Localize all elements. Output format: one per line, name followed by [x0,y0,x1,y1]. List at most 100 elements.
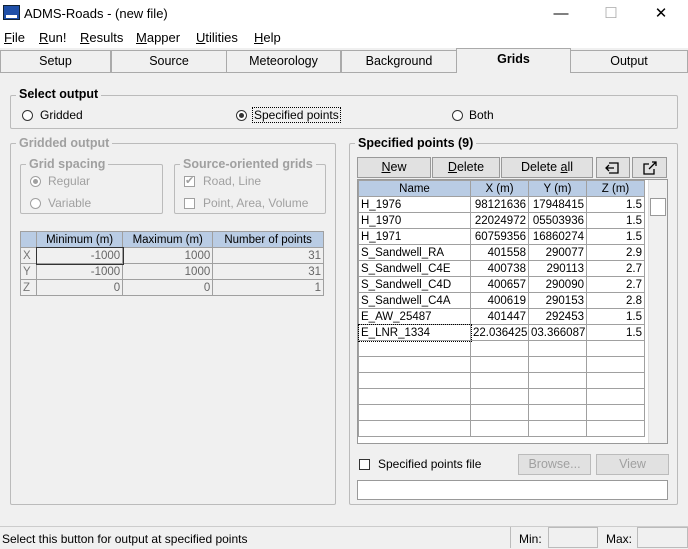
point-coord-cell[interactable] [586,356,645,373]
point-coord-cell[interactable] [470,420,529,437]
menu-help[interactable]: Help [254,30,281,45]
points-table-row[interactable] [358,404,645,421]
point-name-cell[interactable] [358,356,471,373]
point-coord-cell[interactable]: 22.036425 [470,324,529,341]
point-coord-cell[interactable]: 290153 [528,292,587,309]
point-name-cell[interactable] [358,340,471,357]
grid-cell[interactable]: 1000 [122,247,214,264]
points-table-row[interactable] [358,340,645,357]
point-coord-cell[interactable] [528,404,587,421]
point-coord-cell[interactable] [586,404,645,421]
point-coord-cell[interactable] [586,388,645,405]
points-table-row[interactable]: S_Sandwell_C4A 400619 290153 2.8 [358,292,645,309]
point-coord-cell[interactable]: 60759356 [470,228,529,245]
points-table-row[interactable]: S_Sandwell_RA 401558 290077 2.9 [358,244,645,261]
point-coord-cell[interactable]: 290090 [528,276,587,293]
point-coord-cell[interactable]: 400657 [470,276,529,293]
points-scrollbar[interactable] [648,180,667,443]
point-coord-cell[interactable] [586,372,645,389]
point-name-cell[interactable]: H_1976 [358,196,471,213]
browse-button[interactable]: Browse... [518,454,591,475]
point-coord-cell[interactable]: 1.5 [586,308,645,325]
point-coord-cell[interactable] [470,372,529,389]
point-coord-cell[interactable] [528,356,587,373]
point-coord-cell[interactable] [528,340,587,357]
menu-mapper[interactable]: Mapper [136,30,180,45]
point-name-cell[interactable]: E_AW_25487 [358,308,471,325]
grid-cell[interactable]: 1000 [122,263,214,280]
points-table-row[interactable] [358,388,645,405]
point-coord-cell[interactable] [470,404,529,421]
both-radio[interactable] [452,110,463,121]
menu-results[interactable]: Results [80,30,123,45]
gridded-radio[interactable] [22,110,33,121]
point-coord-cell[interactable]: 2.7 [586,276,645,293]
new-point-button[interactable]: New [357,157,431,178]
point-name-cell[interactable]: S_Sandwell_C4D [358,276,471,293]
point-coord-cell[interactable]: 05503936 [528,212,587,229]
point-coord-cell[interactable] [528,420,587,437]
point-coord-cell[interactable]: 290077 [528,244,587,261]
point-coord-cell[interactable]: 1.5 [586,196,645,213]
point-coord-cell[interactable]: 22024972 [470,212,529,229]
tab-source[interactable]: Source [111,50,227,72]
delete-all-points-button[interactable]: Delete all [501,157,593,178]
variable-radio[interactable] [30,198,41,209]
view-button[interactable]: View [596,454,669,475]
point-coord-cell[interactable]: 1.5 [586,324,645,341]
point-coord-cell[interactable]: 2.8 [586,292,645,309]
grid-cell[interactable]: 0 [122,279,214,296]
grid-cell[interactable]: 31 [212,247,324,264]
maximize-button[interactable]: ☐ [588,0,634,28]
points-table-row[interactable] [358,372,645,389]
export-points-button[interactable] [632,157,667,178]
road-line-checkbox[interactable] [184,174,195,187]
points-table-row[interactable]: E_AW_25487 401447 292453 1.5 [358,308,645,325]
point-coord-cell[interactable]: 290113 [528,260,587,277]
specified-points-radio[interactable] [236,110,247,121]
grid-cell[interactable]: 31 [212,263,324,280]
points-table-row[interactable]: S_Sandwell_C4E 400738 290113 2.7 [358,260,645,277]
minimize-button[interactable]: — [538,0,584,28]
tab-output[interactable]: Output [570,50,688,72]
points-table-row[interactable]: E_LNR_1334 22.036425 03.366087 1.5 [357,323,645,342]
point-coord-cell[interactable]: 16860274 [528,228,587,245]
point-coord-cell[interactable] [528,388,587,405]
points-table-row[interactable]: S_Sandwell_C4D 400657 290090 2.7 [358,276,645,293]
points-table-row[interactable]: H_1970 22024972 05503936 1.5 [358,212,645,229]
menu-file[interactable]: File [4,30,25,45]
point-name-cell[interactable]: H_1970 [358,212,471,229]
tab-meteorology[interactable]: Meteorology [226,50,341,72]
point-coord-cell[interactable] [470,340,529,357]
points-table-row[interactable]: H_1971 60759356 16860274 1.5 [358,228,645,245]
point-coord-cell[interactable] [586,340,645,357]
point-coord-cell[interactable]: 2.7 [586,260,645,277]
scrollbar-thumb[interactable] [650,198,666,216]
point-coord-cell[interactable]: 2.9 [586,244,645,261]
menu-utilities[interactable]: Utilities [196,30,238,45]
point-name-cell[interactable]: E_LNR_1334 [357,323,472,342]
point-coord-cell[interactable]: 292453 [528,308,587,325]
point-coord-cell[interactable]: 400738 [470,260,529,277]
point-coord-cell[interactable]: 401447 [470,308,529,325]
point-name-cell[interactable] [358,388,471,405]
grid-cell[interactable]: -1000 [35,263,124,280]
point-name-cell[interactable]: H_1971 [358,228,471,245]
points-file-path-input[interactable] [357,480,668,500]
points-table-row[interactable] [358,420,645,437]
grid-cell[interactable]: 1 [212,279,324,296]
point-name-cell[interactable]: S_Sandwell_C4E [358,260,471,277]
point-coord-cell[interactable] [528,372,587,389]
point-coord-cell[interactable]: 400619 [470,292,529,309]
tab-grids[interactable]: Grids [456,48,571,73]
point-coord-cell[interactable]: 1.5 [586,228,645,245]
point-coord-cell[interactable]: 17948415 [528,196,587,213]
regular-radio[interactable] [30,176,41,187]
points-table-row[interactable] [358,356,645,373]
point-coord-cell[interactable]: 1.5 [586,212,645,229]
point-name-cell[interactable]: S_Sandwell_RA [358,244,471,261]
point-name-cell[interactable]: S_Sandwell_C4A [358,292,471,309]
point-coord-cell[interactable]: 98121636 [470,196,529,213]
delete-point-button[interactable]: Delete [432,157,500,178]
tab-background[interactable]: Background [341,50,457,72]
